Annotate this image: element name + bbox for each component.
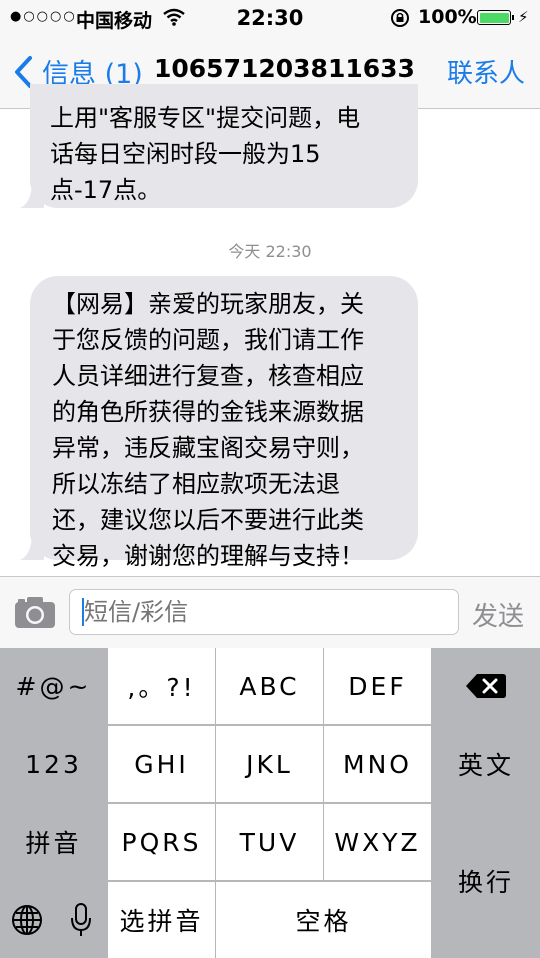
message-line: 话每日空闲时段一般为15 bbox=[50, 140, 321, 168]
message-bubble[interactable]: 【网易】亲爱的玩家朋友，关 于您反馈的问题，我们请工作 人员详细进行复查，核查相… bbox=[20, 276, 418, 570]
message-line: 上用"客服专区"提交问题，电 bbox=[50, 104, 361, 132]
key-pinyin[interactable]: 拼音 bbox=[0, 804, 107, 880]
charging-icon: ⚡ bbox=[518, 8, 529, 26]
message-bubble[interactable]: 上用"客服专区"提交问题，电 话每日空闲时段一般为15 点-17点。 bbox=[20, 84, 418, 208]
message-line: 还，建议您以后不要进行此类 bbox=[52, 506, 364, 534]
key-def[interactable]: DEF bbox=[324, 648, 431, 724]
message-line: 人员详细进行复查，核查相应 bbox=[52, 362, 364, 390]
battery-percent: 100% bbox=[418, 6, 477, 28]
keyboard: #@~ ,。?! ABC DEF 123 GHI JKL MNO 英文 拼音 P… bbox=[0, 648, 540, 958]
key-return[interactable]: 换行 bbox=[432, 804, 540, 958]
bubble-tail bbox=[20, 538, 44, 560]
key-globe[interactable] bbox=[0, 882, 53, 958]
message-timestamp: 今天 22:30 bbox=[228, 242, 312, 261]
message-line: 异常，违反藏宝阁交易守则， bbox=[52, 434, 364, 462]
message-line: 交易，谢谢您的理解与支持！ bbox=[52, 542, 364, 570]
message-line: 点-17点。 bbox=[50, 176, 162, 204]
globe-icon bbox=[11, 905, 42, 935]
key-english[interactable]: 英文 bbox=[432, 726, 540, 802]
key-tuv[interactable]: TUV bbox=[216, 804, 323, 880]
text-cursor bbox=[82, 598, 84, 626]
message-line: 的角色所获得的金钱来源数据 bbox=[52, 398, 364, 426]
microphone-icon bbox=[70, 903, 91, 936]
orientation-lock-icon bbox=[390, 8, 410, 33]
key-delete[interactable] bbox=[432, 648, 540, 724]
message-line: 于您反馈的问题，我们请工作 bbox=[52, 326, 364, 354]
message-line: 所以冻结了相应款项无法退 bbox=[52, 470, 340, 498]
message-input[interactable] bbox=[69, 589, 459, 635]
key-abc[interactable]: ABC bbox=[216, 648, 323, 724]
key-wxyz[interactable]: WXYZ bbox=[324, 804, 431, 880]
key-mno[interactable]: MNO bbox=[324, 726, 431, 802]
key-symbols[interactable]: #@~ bbox=[0, 648, 107, 724]
key-dictation[interactable] bbox=[54, 882, 107, 958]
contact-button[interactable]: 联系人 bbox=[447, 53, 525, 90]
key-number-mode[interactable]: 123 bbox=[0, 726, 107, 802]
camera-icon[interactable] bbox=[13, 594, 57, 630]
key-space[interactable]: 空格 bbox=[216, 882, 431, 958]
delete-icon bbox=[466, 674, 506, 698]
key-punctuation[interactable]: ,。?! bbox=[108, 648, 215, 724]
compose-bar: 发送 bbox=[0, 576, 540, 648]
key-select-pinyin[interactable]: 选拼音 bbox=[108, 882, 215, 958]
battery-icon bbox=[477, 10, 514, 25]
message-line: 【网易】亲爱的玩家朋友，关 bbox=[52, 290, 364, 318]
send-button[interactable]: 发送 bbox=[472, 596, 524, 633]
key-ghi[interactable]: GHI bbox=[108, 726, 215, 802]
bubble-tail bbox=[20, 186, 44, 208]
key-pqrs[interactable]: PQRS bbox=[108, 804, 215, 880]
conversation-title: 106571203811633 bbox=[154, 54, 415, 83]
key-jkl[interactable]: JKL bbox=[216, 726, 323, 802]
status-bar: ●○○○○ 中国移动 22:30 100% ⚡ bbox=[0, 0, 540, 36]
